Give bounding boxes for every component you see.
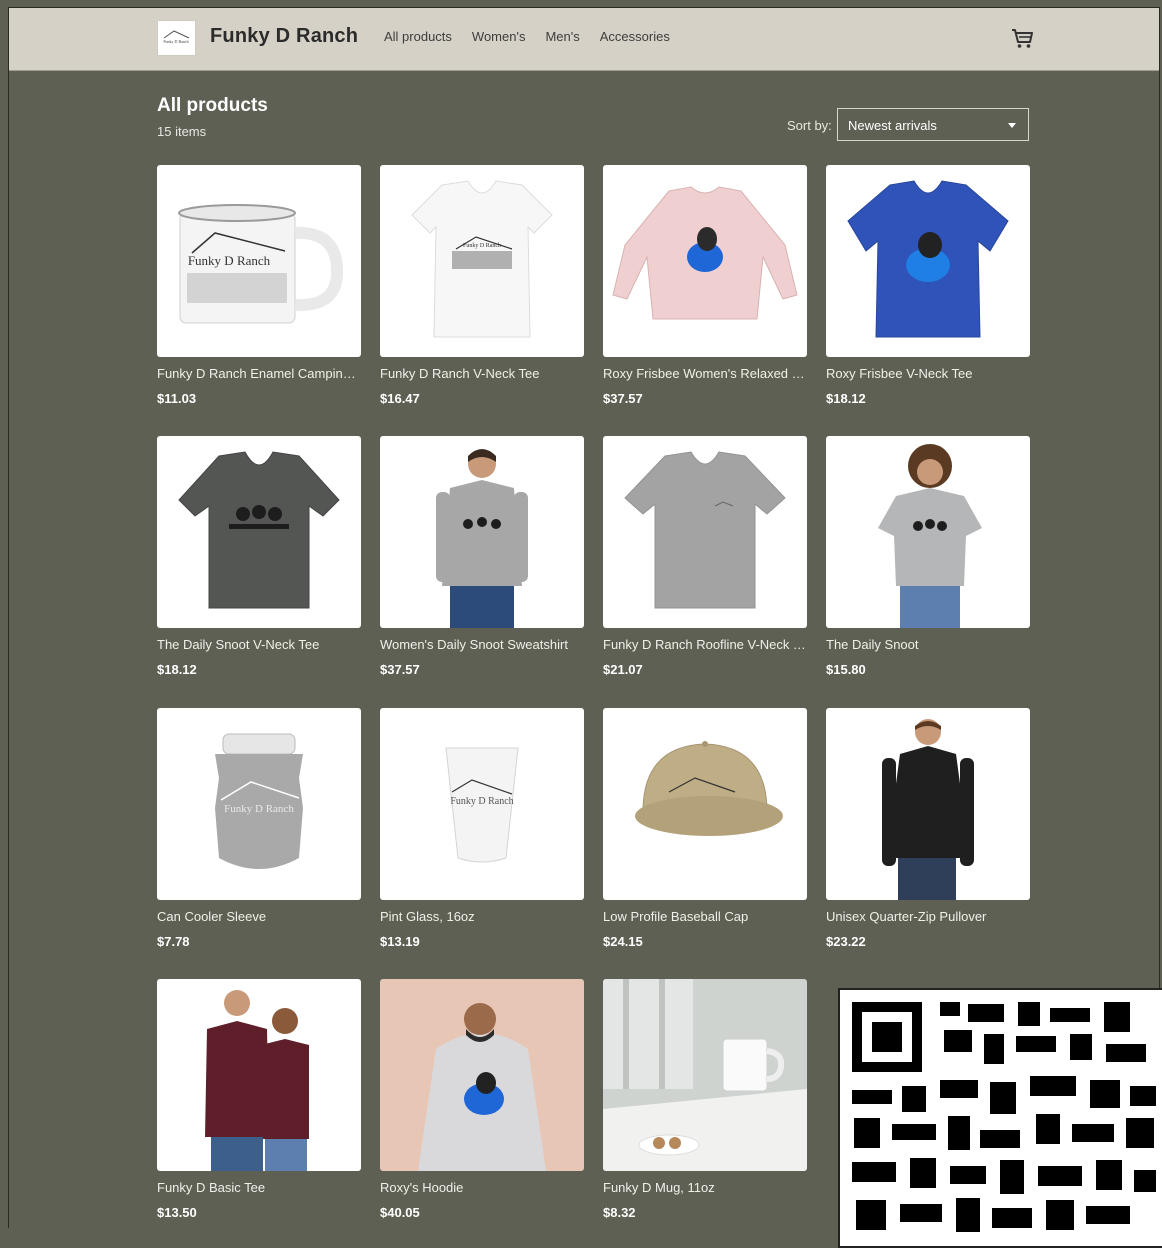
product-price: $15.80 — [826, 662, 866, 677]
product-price: $23.22 — [826, 934, 866, 949]
product-card[interactable]: Roxy Frisbee Women's Relaxed Fi... $37.5… — [603, 165, 807, 406]
product-card[interactable]: Women's Daily Snoot Sweatshirt $37.57 — [380, 436, 584, 677]
svg-text:Funky D Ranch: Funky D Ranch — [163, 39, 188, 44]
product-image-woman-gray-sweatshirt[interactable] — [380, 436, 584, 628]
product-card[interactable]: The Daily Snoot V-Neck Tee $18.12 — [157, 436, 361, 677]
store-brand-name[interactable]: Funky D Ranch — [210, 25, 358, 48]
product-image-khaki-cap[interactable] — [603, 708, 807, 900]
product-name[interactable]: Unisex Quarter-Zip Pullover — [826, 909, 1030, 924]
page-title: All products — [157, 95, 268, 116]
product-price: $37.57 — [380, 662, 420, 677]
product-name[interactable]: Roxy's Hoodie — [380, 1180, 584, 1195]
product-price: $7.78 — [157, 934, 190, 949]
product-card[interactable]: The Daily Snoot $15.80 — [826, 436, 1030, 677]
svg-text:Funky D Ranch: Funky D Ranch — [188, 253, 271, 268]
product-image-white-vneck-tee[interactable]: Funky D Ranch — [380, 165, 584, 357]
product-price: $40.05 — [380, 1205, 420, 1220]
product-name[interactable]: Can Cooler Sleeve — [157, 909, 361, 924]
product-image-man-black-pullover[interactable] — [826, 708, 1030, 900]
product-price: $13.50 — [157, 1205, 197, 1220]
product-name[interactable]: Roxy Frisbee Women's Relaxed Fi... — [603, 366, 807, 381]
product-name[interactable]: Women's Daily Snoot Sweatshirt — [380, 637, 584, 652]
store-logo[interactable]: Funky D Ranch — [157, 20, 196, 56]
product-image-enamel-mug[interactable]: Funky D Ranch — [157, 165, 361, 357]
svg-text:Funky D Ranch: Funky D Ranch — [450, 796, 513, 807]
product-image-pink-sweatshirt[interactable] — [603, 165, 807, 357]
product-name[interactable]: Funky D Ranch Roofline V-Neck T... — [603, 637, 807, 652]
product-image-dark-gray-vneck-tee[interactable] — [157, 436, 361, 628]
product-card[interactable]: Unisex Quarter-Zip Pullover $23.22 — [826, 708, 1030, 949]
product-card[interactable]: Roxy's Hoodie $40.05 — [380, 979, 584, 1220]
product-price: $8.32 — [603, 1205, 636, 1220]
product-name[interactable]: Low Profile Baseball Cap — [603, 909, 807, 924]
product-image-can-cooler[interactable]: Funky D Ranch — [157, 708, 361, 900]
product-name[interactable]: Funky D Ranch V-Neck Tee — [380, 366, 584, 381]
product-image-blue-vneck-tee[interactable] — [826, 165, 1030, 357]
shopping-cart-icon[interactable] — [1009, 25, 1035, 51]
product-price: $16.47 — [380, 391, 420, 406]
product-image-pint-glass[interactable]: Funky D Ranch — [380, 708, 584, 900]
product-image-woman-gray-tee[interactable] — [826, 436, 1030, 628]
product-card[interactable]: Funky D Ranch Can Cooler Sleeve $7.78 — [157, 708, 361, 949]
product-price: $24.15 — [603, 934, 643, 949]
product-price: $18.12 — [157, 662, 197, 677]
product-card[interactable]: Funky D Basic Tee $13.50 — [157, 979, 361, 1220]
product-image-couple-maroon-tees[interactable] — [157, 979, 361, 1171]
product-name[interactable]: Funky D Mug, 11oz — [603, 1180, 807, 1195]
nav-all-products[interactable]: All products — [384, 29, 452, 44]
product-price: $18.12 — [826, 391, 866, 406]
product-price: $11.03 — [157, 391, 197, 406]
product-image-man-gray-hoodie[interactable] — [380, 979, 584, 1171]
product-card[interactable]: Low Profile Baseball Cap $24.15 — [603, 708, 807, 949]
product-price: $13.19 — [380, 934, 420, 949]
product-image-gray-vneck-tee[interactable] — [603, 436, 807, 628]
nav-womens[interactable]: Women's — [472, 29, 526, 44]
svg-text:Funky D Ranch: Funky D Ranch — [463, 243, 501, 249]
product-price: $37.57 — [603, 391, 643, 406]
svg-text:Funky D Ranch: Funky D Ranch — [224, 803, 294, 815]
product-name[interactable]: Funky D Basic Tee — [157, 1180, 361, 1195]
top-navigation-bar: Funky D Ranch Funky D Ranch All products… — [9, 8, 1159, 71]
product-card[interactable]: Funky D Ranch Funky D Ranch V-Neck Tee $… — [380, 165, 584, 406]
product-name[interactable]: Roxy Frisbee V-Neck Tee — [826, 366, 1030, 381]
product-name[interactable]: Pint Glass, 16oz — [380, 909, 584, 924]
sort-dropdown[interactable]: Newest arrivals — [837, 108, 1029, 141]
product-card[interactable]: Funky D Mug, 11oz $8.32 — [603, 979, 807, 1220]
qr-code-image — [838, 988, 1162, 1248]
product-price: $21.07 — [603, 662, 643, 677]
chevron-down-icon — [1008, 123, 1016, 128]
main-nav: All products Women's Men's Accessories — [384, 29, 670, 44]
product-card[interactable]: Roxy Frisbee V-Neck Tee $18.12 — [826, 165, 1030, 406]
sort-selected-value: Newest arrivals — [848, 118, 937, 133]
product-name[interactable]: The Daily Snoot V-Neck Tee — [157, 637, 361, 652]
item-count: 15 items — [157, 124, 207, 139]
sort-label: Sort by: — [787, 118, 832, 133]
nav-mens[interactable]: Men's — [545, 29, 579, 44]
product-card[interactable]: Funky D Ranch Pint Glass, 16oz $13.19 — [380, 708, 584, 949]
nav-accessories[interactable]: Accessories — [600, 29, 670, 44]
product-image-white-mug-window[interactable] — [603, 979, 807, 1171]
product-name[interactable]: Funky D Ranch Enamel Camping ... — [157, 366, 361, 381]
product-card[interactable]: Funky D Ranch Roofline V-Neck T... $21.0… — [603, 436, 807, 677]
product-card[interactable]: Funky D Ranch Funky D Ranch Enamel Campi… — [157, 165, 361, 406]
product-name[interactable]: The Daily Snoot — [826, 637, 1030, 652]
